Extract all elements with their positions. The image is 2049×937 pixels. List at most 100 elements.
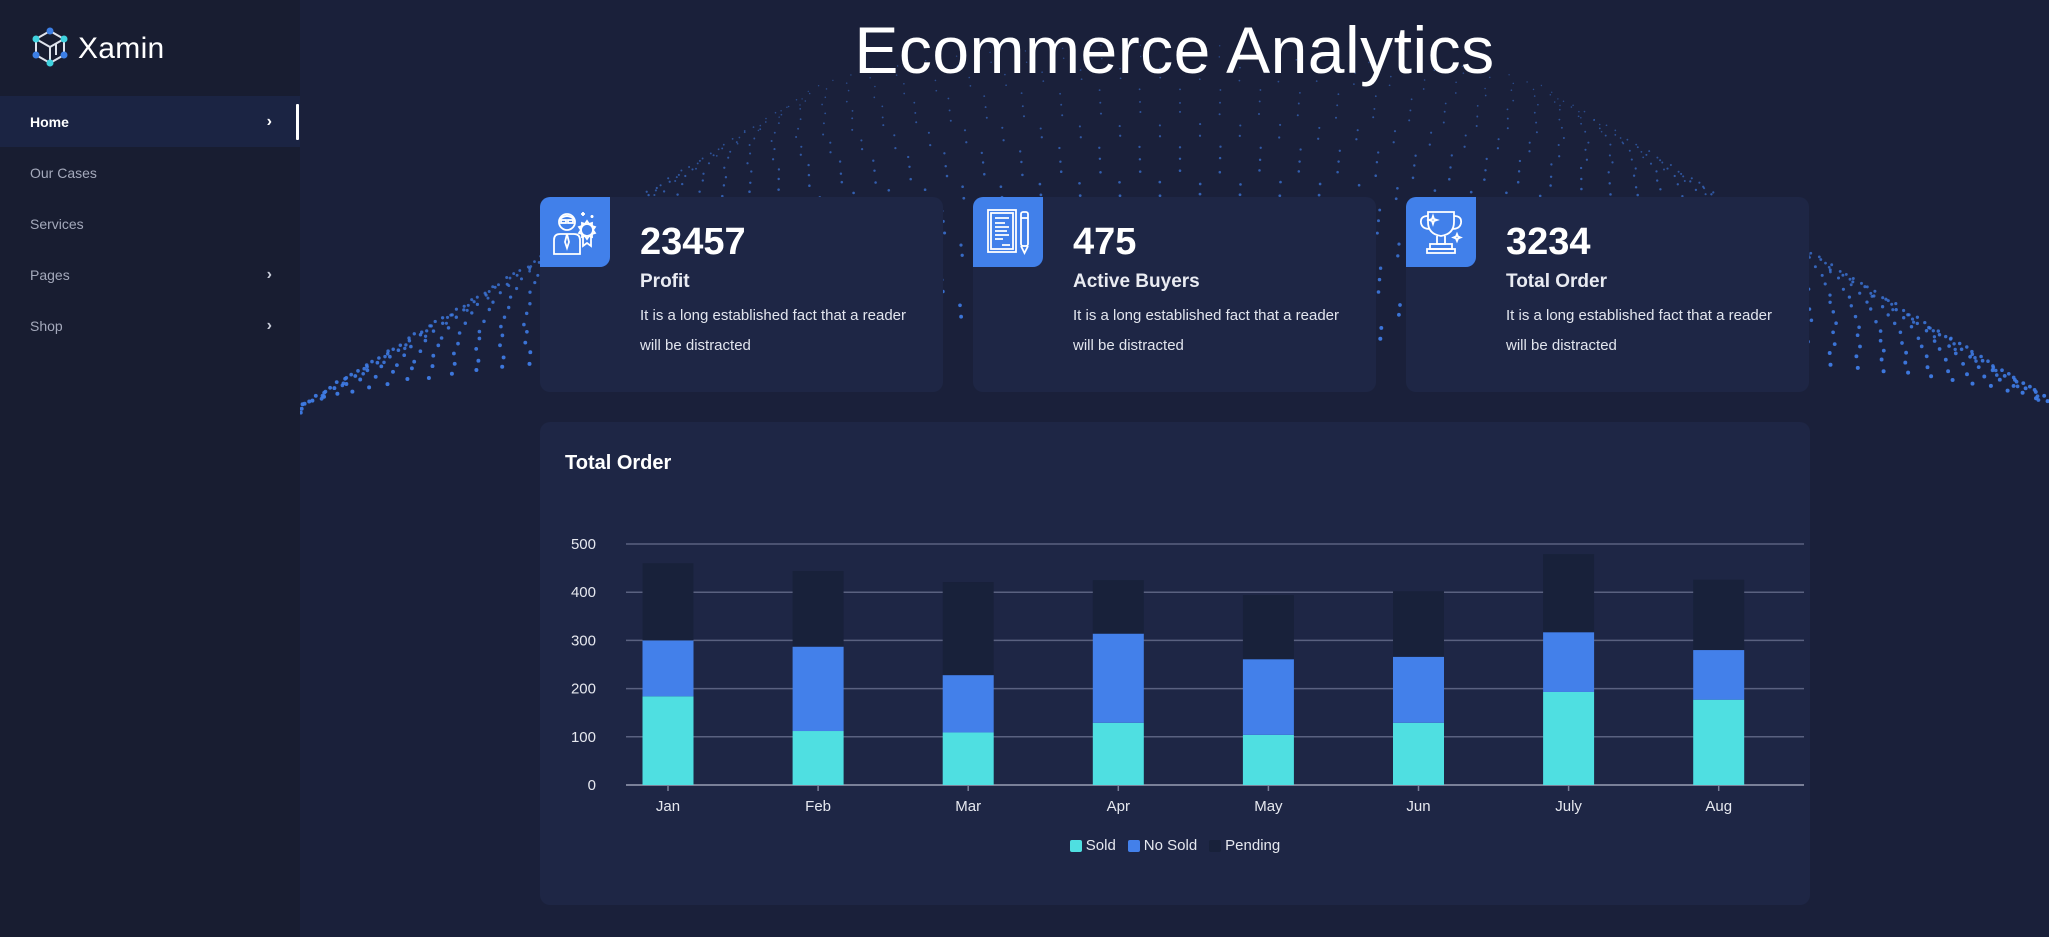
background-dot — [1676, 183, 1679, 186]
background-dot — [1528, 150, 1531, 153]
background-dot — [375, 360, 380, 365]
background-dot — [502, 315, 507, 319]
background-dot — [1831, 330, 1835, 335]
background-dot — [1970, 381, 1975, 386]
background-dot — [691, 168, 694, 171]
background-dot — [1698, 181, 1701, 184]
background-dot — [731, 137, 734, 140]
background-dot — [1898, 330, 1903, 335]
background-dot — [1058, 146, 1061, 150]
background-dot — [1947, 344, 1951, 348]
document-pen-icon — [973, 197, 1043, 267]
background-dot — [1020, 92, 1023, 95]
background-dot — [676, 193, 679, 196]
background-dot — [1299, 148, 1302, 151]
background-dot — [456, 341, 460, 346]
background-dot — [365, 368, 370, 373]
background-dot — [1278, 136, 1281, 139]
brand-logo[interactable]: Xamin — [30, 26, 165, 72]
background-dot — [1198, 134, 1202, 137]
background-dot — [335, 391, 340, 396]
sidebar-item-pages[interactable]: Pages › — [0, 249, 300, 300]
background-dot — [1937, 332, 1942, 337]
stat-description: It is a long established fact that a rea… — [1073, 307, 1339, 354]
background-dot — [764, 121, 767, 123]
background-dot — [1532, 88, 1535, 91]
background-dot — [353, 374, 358, 378]
sidebar-item-services[interactable]: Services — [0, 198, 300, 249]
x-tick-label: Mar — [955, 798, 981, 815]
background-dot — [310, 398, 315, 403]
background-dot — [512, 272, 516, 276]
background-dot — [959, 243, 963, 247]
background-dot — [475, 302, 480, 307]
background-dot — [749, 152, 752, 155]
legend-item-sold[interactable]: Sold — [1069, 837, 1116, 854]
background-dot — [965, 141, 968, 144]
background-dot — [1881, 369, 1886, 374]
background-dot — [1844, 272, 1848, 276]
sidebar-item-shop[interactable]: Shop › — [0, 300, 300, 351]
background-dot — [1298, 91, 1301, 94]
background-dot — [1517, 170, 1521, 173]
legend-item-pending[interactable]: Pending — [1209, 837, 1280, 854]
background-dot — [1444, 102, 1447, 105]
background-dot — [1655, 170, 1658, 173]
background-dot — [1855, 333, 1860, 338]
background-dot — [907, 155, 910, 159]
background-dot — [454, 315, 458, 319]
background-dot — [1022, 115, 1026, 118]
background-dot — [715, 154, 718, 157]
background-dot — [748, 143, 751, 147]
background-dot — [903, 92, 906, 95]
background-dot — [757, 129, 760, 132]
background-dot — [412, 359, 417, 364]
background-dot — [431, 329, 436, 333]
background-dot — [1377, 277, 1382, 282]
background-dot — [328, 385, 332, 390]
background-dot — [1570, 106, 1573, 108]
background-dot — [487, 290, 491, 293]
background-dot — [777, 168, 781, 171]
background-dot — [313, 393, 318, 398]
background-dot — [426, 376, 431, 380]
background-dot — [1909, 324, 1914, 329]
background-dot — [1587, 141, 1590, 144]
bar-no-sold — [1693, 650, 1745, 700]
x-tick-label: Feb — [805, 798, 831, 815]
background-dot — [1636, 193, 1639, 197]
background-dot — [1158, 180, 1162, 184]
background-dot — [1694, 188, 1698, 192]
background-dot — [1533, 95, 1536, 97]
bar-pending — [792, 570, 844, 647]
background-dot — [1378, 266, 1383, 270]
background-dot — [759, 124, 762, 127]
background-dot — [1936, 329, 1940, 333]
background-dot — [1218, 170, 1222, 174]
background-dot — [724, 176, 728, 179]
background-dot — [1484, 169, 1487, 172]
background-dot — [528, 350, 533, 355]
background-dot — [1614, 129, 1617, 132]
background-dot — [1982, 374, 1987, 379]
background-dot — [1397, 312, 1401, 317]
background-dot — [1932, 339, 1937, 343]
background-dot — [533, 260, 536, 263]
background-dot — [1475, 124, 1478, 128]
bar-no-sold — [1242, 659, 1294, 735]
background-dot — [824, 112, 827, 115]
brand-name: Xamin — [78, 32, 165, 65]
sidebar-item-home[interactable]: Home › — [0, 96, 300, 147]
background-dot — [1834, 321, 1838, 325]
background-dot — [1609, 193, 1612, 196]
background-dot — [1408, 119, 1411, 122]
background-dot — [851, 128, 854, 131]
background-dot — [1626, 138, 1629, 141]
background-dot — [383, 354, 387, 359]
background-dot — [1375, 231, 1379, 235]
legend-item-no-sold[interactable]: No Sold — [1127, 837, 1197, 854]
sidebar-item-our-cases[interactable]: Our Cases — [0, 147, 300, 198]
background-dot — [945, 174, 949, 178]
background-dot — [1880, 305, 1885, 309]
background-dot — [838, 160, 842, 163]
